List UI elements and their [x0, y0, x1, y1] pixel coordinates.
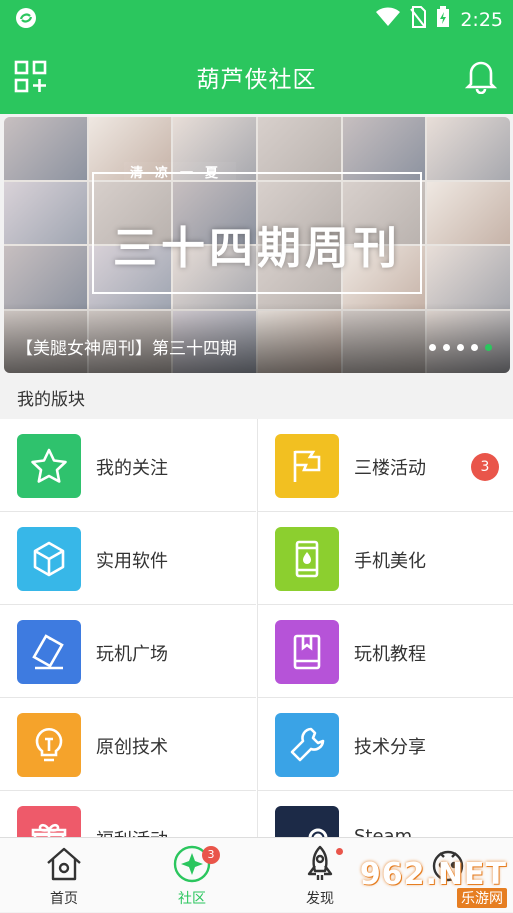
- watermark-subtext: 乐游网: [457, 888, 507, 908]
- wrench-icon: [275, 713, 339, 777]
- tab-badge: 3: [202, 846, 220, 864]
- carousel-dot: [443, 344, 450, 351]
- board-phone-beautify[interactable]: 手机美化: [257, 512, 513, 605]
- rocket-icon: [300, 844, 340, 884]
- board-floor-activity[interactable]: 三楼活动 3: [257, 419, 513, 512]
- carousel-dot: [471, 344, 478, 351]
- banner-subtitle: 清凉一夏: [124, 162, 237, 181]
- board-label: 手机美化: [354, 551, 426, 572]
- board-label: 三楼活动: [354, 458, 426, 479]
- board-label: 技术分享: [354, 737, 426, 758]
- board-phone-square[interactable]: 玩机广场: [0, 605, 256, 698]
- board-welfare-activity[interactable]: 福利活动: [0, 791, 256, 839]
- board-grid: 我的关注 三楼活动 3 实用软件 手机美化 玩机广场 玩机教程 原创技术 技术分…: [0, 419, 513, 839]
- banner-caption: 【美腿女神周刊】第三十四期: [16, 339, 237, 359]
- carousel-indicator: [429, 344, 492, 351]
- bulb-icon: [17, 713, 81, 777]
- page-title: 葫芦侠社区: [196, 67, 317, 93]
- tab-notification-dot: [336, 848, 343, 855]
- board-original-tech[interactable]: 原创技术: [0, 698, 256, 791]
- phone-tilt-icon: [17, 620, 81, 684]
- flag-icon: [275, 434, 339, 498]
- board-phone-tutorial[interactable]: 玩机教程: [257, 605, 513, 698]
- sync-icon: [14, 6, 38, 34]
- weekly-banner[interactable]: 清凉一夏 三十四期周刊 【美腿女神周刊】第三十四期: [4, 117, 510, 373]
- watermark-text: 962.NET: [359, 857, 507, 892]
- tab-label: 首页: [50, 891, 78, 907]
- board-label: 实用软件: [96, 551, 168, 572]
- clock-time: 2:25: [460, 8, 503, 31]
- banner-headline: 三十四期周刊: [113, 223, 401, 274]
- tab-home[interactable]: 首页: [0, 838, 128, 913]
- steam-icon: [275, 806, 339, 839]
- book-icon: [275, 620, 339, 684]
- gift-icon: [17, 806, 81, 839]
- tab-community[interactable]: 3 社区: [128, 838, 256, 913]
- home-icon: [44, 844, 84, 884]
- board-label: 玩机教程: [354, 644, 426, 665]
- cube-icon: [17, 527, 81, 591]
- wifi-icon: [376, 7, 401, 32]
- board-label: 我的关注: [96, 458, 168, 479]
- phone-drop-icon: [275, 527, 339, 591]
- section-header: 我的版块: [0, 373, 513, 419]
- battery-icon: [436, 6, 450, 33]
- unread-badge: 3: [471, 453, 499, 481]
- board-steam[interactable]: Steam: [257, 791, 513, 839]
- carousel-dot-active: [485, 344, 492, 351]
- status-bar: 2:25: [0, 0, 513, 36]
- watermark-logo: 962.NET 乐游网: [360, 857, 507, 908]
- bell-icon[interactable]: [464, 58, 498, 98]
- star-icon: [17, 434, 81, 498]
- no-sim-icon: [410, 6, 427, 33]
- app-bar: 葫芦侠社区: [0, 36, 513, 114]
- board-useful-software[interactable]: 实用软件: [0, 512, 256, 605]
- tab-label: 社区: [178, 891, 206, 907]
- board-label: 原创技术: [96, 737, 168, 758]
- board-label: 玩机广场: [96, 644, 168, 665]
- section-title: 我的版块: [17, 390, 85, 410]
- carousel-dot: [429, 344, 436, 351]
- board-my-follow[interactable]: 我的关注: [0, 419, 256, 512]
- carousel-dot: [457, 344, 464, 351]
- board-tech-share[interactable]: 技术分享: [257, 698, 513, 791]
